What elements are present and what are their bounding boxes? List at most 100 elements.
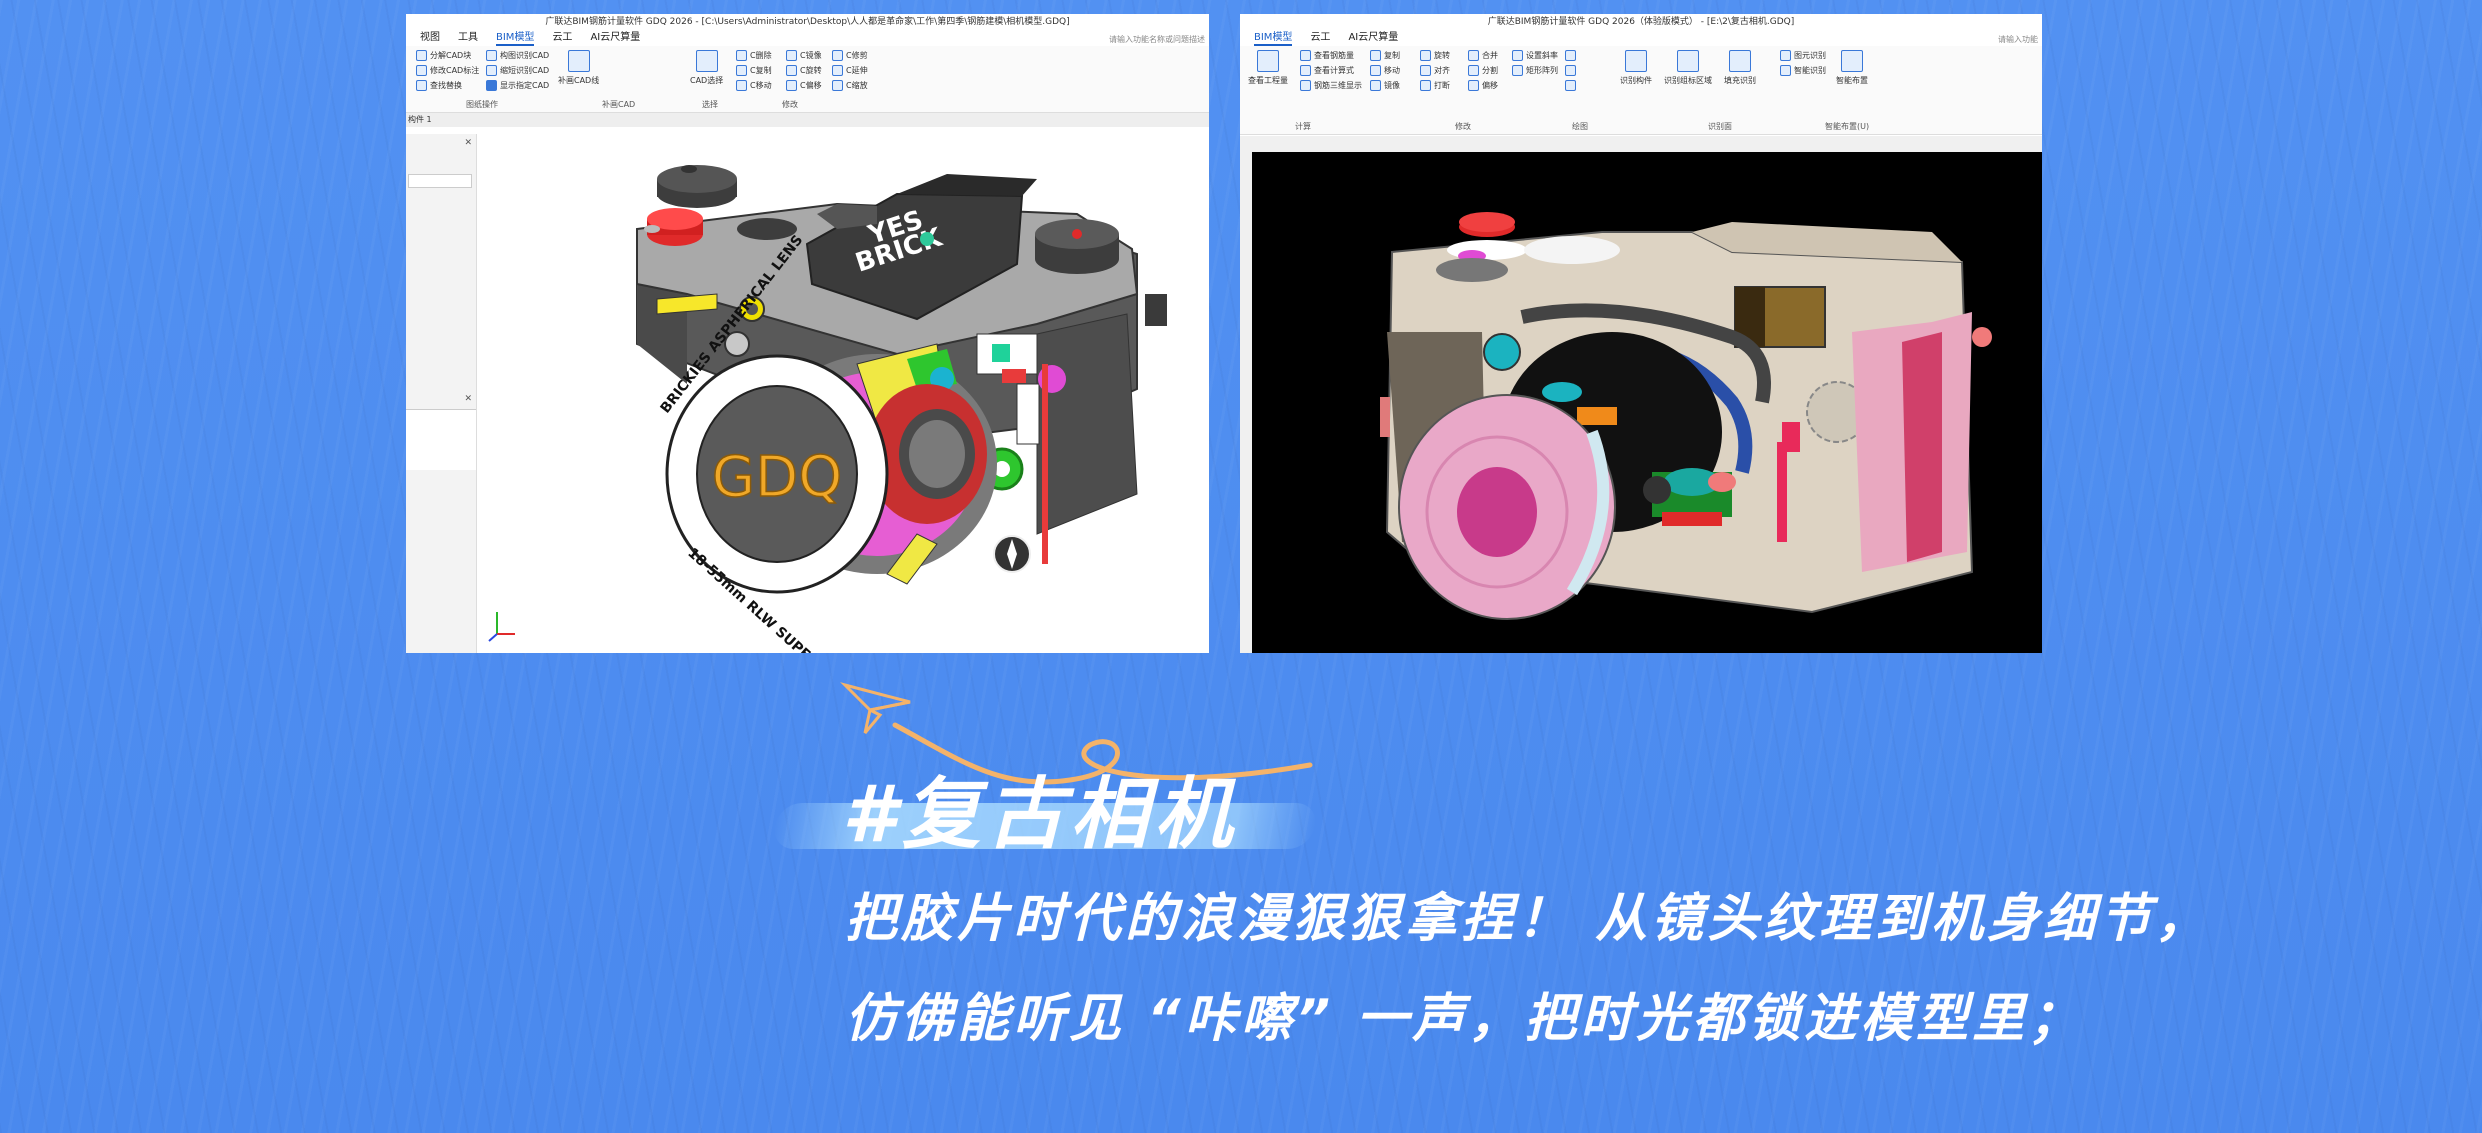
smart-identify-button[interactable]: 智能识别 [1780, 65, 1826, 76]
c-extend-button[interactable]: C延伸 [832, 65, 868, 76]
ribbon-group-modify-a: 复制 移动 镜像 [1370, 50, 1400, 91]
cad-icon [486, 65, 497, 76]
edit-cad-dimension-button[interactable]: 修改CAD标注 [416, 65, 479, 76]
menu-ai-cloud[interactable]: AI云尺算量 [590, 30, 640, 46]
camera-model-a: YES BRICK GDQ BRICKIES ASPHERICAL LENS 1… [488, 165, 1167, 653]
c-mirror-button[interactable]: C镜像 [786, 50, 822, 61]
rebar-3d-button[interactable]: 钢筋三维显示 [1300, 80, 1362, 91]
grid-icon [1257, 50, 1279, 72]
identify-member-button[interactable]: 识别构件 [1620, 50, 1652, 86]
menu-bim-model[interactable]: BIM模型 [1254, 30, 1293, 46]
ribbon-search-hint[interactable]: 请输入功能 [1998, 34, 2038, 45]
left-side-panel: ✕ ✕ [406, 134, 477, 653]
property-grid [406, 409, 476, 470]
panel-search-input[interactable] [408, 174, 472, 188]
close-icon[interactable]: ✕ [464, 138, 472, 148]
model-viewport[interactable]: YES BRICK GDQ BRICKIES ASPHERICAL LENS 1… [477, 134, 1209, 653]
c-offset-button[interactable]: C偏移 [786, 80, 822, 91]
align-button[interactable]: 对齐 [1420, 65, 1450, 76]
close-icon[interactable]: ✕ [464, 394, 472, 404]
mirror-button[interactable]: 镜像 [1370, 80, 1400, 91]
copy-button[interactable]: 复制 [1370, 50, 1400, 61]
identify-cad-button[interactable]: 构图识别CAD [486, 50, 549, 61]
ribbon-group-identify: 识别构件 识别组标区域 填充识别 [1620, 50, 1756, 86]
axis-gizmo-icon [488, 612, 515, 642]
rect-array-button[interactable]: 矩形阵列 [1512, 65, 1558, 76]
menu-cloud[interactable]: 云工 [552, 30, 572, 46]
camera-model-b [1380, 212, 1992, 620]
explode-cad-block-button[interactable]: 分解CAD块 [416, 50, 479, 61]
merge-button[interactable]: 合并 [1468, 50, 1498, 61]
ribbon-group-draw [1565, 50, 1576, 91]
layer-status: 构件 1 [406, 113, 1209, 127]
line-draw-button[interactable] [1565, 65, 1576, 76]
split-button[interactable]: 分割 [1468, 65, 1498, 76]
shorten-cad-button[interactable]: 缩短识别CAD [486, 65, 549, 76]
group-label-draw: 绘图 [1572, 122, 1588, 131]
set-slope-button[interactable]: 设置斜率 [1512, 50, 1558, 61]
group-label-modify: 修改 [1455, 122, 1471, 131]
c-delete-button[interactable]: C删除 [736, 50, 772, 61]
menu-cloud[interactable]: 云工 [1310, 30, 1330, 46]
hashtag-title: #复古相机 [842, 770, 1239, 860]
ribbon-search-hint[interactable]: 请输入功能名称或问题描述 [1109, 34, 1205, 45]
element-identify-button[interactable]: 图元识别 [1780, 50, 1826, 61]
menu-bar: 视图 工具 BIM模型 云工 AI云尺算量 [406, 30, 1209, 46]
gdq-window-right: 广联达BIM钢筋计量软件 GDQ 2026（体验版模式） - [E:\2\复古相… [1240, 14, 2042, 653]
target-icon [1841, 50, 1863, 72]
ribbon-group-draw-cad: 补画CAD线 [558, 50, 599, 86]
rect-draw-button[interactable] [1565, 80, 1576, 91]
line-draw-icon [567, 50, 590, 72]
break-button[interactable]: 打断 [1420, 80, 1450, 91]
menu-view[interactable]: 视图 [420, 30, 440, 46]
group-label-identify: 识别面 [1708, 122, 1732, 131]
menu-bim-model[interactable]: BIM模型 [496, 30, 535, 46]
ribbon-group-identify-small: 图元识别 智能识别 [1780, 50, 1826, 76]
view-formula-button[interactable]: 查看计算式 [1300, 65, 1362, 76]
move-button[interactable]: 移动 [1370, 65, 1400, 76]
identify-area-button[interactable]: 识别组标区域 [1664, 50, 1712, 86]
offset-button[interactable]: 偏移 [1468, 80, 1498, 91]
ribbon-group-modify-b: C镜像 C旋转 C偏移 [786, 50, 822, 91]
ribbon-group-cad: 构图识别CAD 缩短识别CAD 显示指定CAD [486, 50, 549, 91]
c-copy-button[interactable]: C复制 [736, 65, 772, 76]
draw-cad-line-button[interactable]: 补画CAD线 [558, 50, 599, 86]
caption-line-1: 把胶片时代的浪漫狠狠拿捏！ 从镜头纹理到机身细节， [845, 889, 2212, 949]
ribbon-toolbar: 请输入功能名称或问题描述 分解CAD块 修改CAD标注 查找替换 构图识别CAD… [406, 35, 1209, 113]
rect-icon [1565, 80, 1576, 91]
rotate-button[interactable]: 旋转 [1420, 50, 1450, 61]
block-icon [416, 50, 427, 61]
select-icon [695, 50, 718, 72]
model-viewport[interactable] [1252, 152, 2042, 653]
c-rotate-button[interactable]: C旋转 [786, 65, 822, 76]
c-trim-button[interactable]: C修剪 [832, 50, 868, 61]
line-icon [1565, 65, 1576, 76]
caption-line-2: 仿佛能听见 “咔嚓” 一声，把时光都锁进模型里； [845, 989, 2085, 1049]
c-move-button[interactable]: C移动 [736, 80, 772, 91]
gdq-window-left: 广联达BIM钢筋计量软件 GDQ 2026 - [C:\Users\Admini… [406, 14, 1209, 653]
ribbon-group-calc-big: 查看工程量 [1248, 50, 1288, 86]
smart-layout-button[interactable]: 智能布置 [1836, 50, 1868, 86]
fill-identify-button[interactable]: 填充识别 [1724, 50, 1756, 86]
menu-ai-cloud[interactable]: AI云尺算量 [1348, 30, 1398, 46]
cad-select-button[interactable]: CAD选择 [690, 50, 723, 86]
dimension-icon [416, 65, 427, 76]
ribbon-group-drawing-ops: 分解CAD块 修改CAD标注 查找替换 [416, 50, 479, 91]
group-label-modify: 修改 [782, 100, 798, 109]
ribbon-group-calc: 查看钢筋量 查看计算式 钢筋三维显示 [1300, 50, 1362, 91]
checkbox-icon [486, 80, 497, 91]
window-title: 广联达BIM钢筋计量软件 GDQ 2026（体验版模式） - [E:\2\复古相… [1487, 17, 1795, 27]
cad-icon [486, 50, 497, 61]
view-rebar-button[interactable]: 查看钢筋量 [1300, 50, 1362, 61]
c-scale-button[interactable]: C缩放 [832, 80, 868, 91]
view-quantity-button[interactable]: 查看工程量 [1248, 50, 1288, 86]
ribbon-group-select: CAD选择 [690, 50, 723, 86]
lens-logo-text: GDQ [712, 445, 843, 510]
ribbon-toolbar: 请输入功能 查看工程量 查看钢筋量 查看计算式 钢筋三维显示 计算 复制 移动 … [1240, 35, 2042, 135]
find-replace-button[interactable]: 查找替换 [416, 80, 479, 91]
show-cad-checkbox[interactable]: 显示指定CAD [486, 80, 549, 91]
menu-tools[interactable]: 工具 [458, 30, 478, 46]
menu-bar: BIM模型 云工 AI云尺算量 [1240, 30, 2042, 46]
point-draw-button[interactable] [1565, 50, 1576, 61]
group-label-smart: 智能布置(U) [1825, 122, 1870, 131]
